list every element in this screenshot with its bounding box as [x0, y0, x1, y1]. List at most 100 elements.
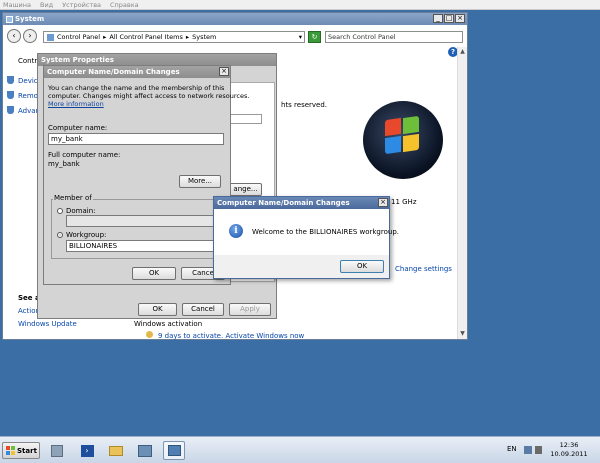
domain-radio[interactable]	[57, 208, 63, 214]
welcome-dialog: Computer Name/Domain Changes × i Welcome…	[213, 196, 399, 279]
workgroup-value: BILLIONAIRES	[69, 242, 118, 250]
more-information-link[interactable]: More information	[48, 100, 104, 108]
computer-name-value: my_bank	[51, 135, 83, 143]
network-icon[interactable]	[134, 441, 156, 460]
vm-menu-bar: Машина Вид Устройства Справка	[0, 0, 600, 10]
workgroup-label: Workgroup:	[66, 231, 107, 239]
properties-apply-button[interactable]: Apply	[229, 303, 271, 316]
more-button-label: More...	[187, 177, 213, 185]
address-bar[interactable]: Control Panel ▸ All Control Panel Items …	[43, 31, 305, 43]
computer-name-input[interactable]: my_bank	[48, 133, 224, 145]
welcome-ok-button[interactable]: OK	[340, 260, 384, 273]
computer-name-label: Computer name:	[48, 124, 108, 132]
language-indicator[interactable]: EN	[507, 445, 517, 453]
workgroup-radio[interactable]	[57, 232, 63, 238]
network-tray-icon[interactable]	[524, 446, 532, 454]
vm-menu-help[interactable]: Справка	[110, 1, 139, 9]
shield-icon	[7, 106, 14, 114]
vm-menu-view[interactable]: Вид	[40, 1, 53, 9]
shield-icon	[7, 91, 14, 99]
window-title: System	[15, 15, 45, 23]
info-icon: i	[229, 224, 243, 238]
workgroup-input[interactable]: BILLIONAIRES	[66, 240, 224, 252]
activation-link[interactable]: 9 days to activate. Activate Windows now	[158, 332, 304, 340]
computer-name-titlebar: Computer Name/Domain Changes	[44, 66, 230, 78]
scroll-down-icon[interactable]: ▼	[458, 329, 467, 339]
activation-key-icon	[146, 331, 153, 338]
nav-forward-icon[interactable]: ›	[23, 29, 37, 43]
logo-pane-red	[385, 117, 401, 137]
domain-input[interactable]	[66, 215, 224, 227]
system-properties-title: System Properties	[41, 56, 114, 64]
explorer-folder-icon[interactable]	[105, 441, 127, 460]
properties-cancel-label: Cancel	[191, 305, 215, 313]
computer-name-title: Computer Name/Domain Changes	[47, 68, 180, 76]
tray-clock[interactable]: 12:36 10.09.2011	[545, 441, 593, 459]
start-button[interactable]: Start	[2, 442, 40, 459]
properties-cancel-button[interactable]: Cancel	[182, 303, 224, 316]
dropdown-chevron-icon[interactable]: ▾	[299, 33, 304, 41]
welcome-message: Welcome to the BILLIONAIRES workgroup.	[252, 228, 399, 236]
logo-pane-blue	[385, 135, 401, 155]
minimize-button[interactable]: _	[433, 14, 443, 23]
processor-speed-partial: 11 GHz	[391, 198, 417, 206]
windows-logo-icon	[363, 101, 443, 179]
powershell-icon[interactable]: ›	[76, 441, 98, 460]
system-window-titlebar: System	[3, 13, 467, 25]
breadcrumb-control-panel[interactable]: Control Panel	[57, 33, 100, 41]
name-dialog-ok-label: OK	[148, 269, 160, 277]
properties-ok-label: OK	[152, 305, 163, 313]
welcome-dialog-title: Computer Name/Domain Changes	[217, 199, 350, 207]
start-label: Start	[17, 446, 37, 455]
logo-pane-green	[403, 115, 419, 135]
name-dialog-ok-button[interactable]: OK	[132, 267, 176, 280]
server-manager-icon[interactable]	[46, 441, 68, 460]
see-also-windows-update[interactable]: Windows Update	[18, 320, 77, 328]
dialog-close-button[interactable]: ×	[219, 67, 229, 76]
vertical-scrollbar[interactable]: ▲ ▼	[457, 47, 467, 339]
scroll-up-icon[interactable]: ▲	[458, 47, 467, 57]
windows-flag-icon	[6, 446, 15, 455]
domain-label: Domain:	[66, 207, 96, 215]
properties-apply-label: Apply	[240, 305, 260, 313]
change-button-label: ange...	[233, 185, 258, 193]
welcome-close-button[interactable]: ×	[378, 198, 388, 207]
breadcrumb-separator-icon: ▸	[185, 33, 190, 41]
refresh-icon[interactable]: ↻	[308, 31, 321, 43]
computer-name-dialog: Computer Name/Domain Changes × You can c…	[43, 65, 249, 285]
full-name-label: Full computer name:	[48, 151, 121, 159]
copyright-text: hts reserved.	[281, 101, 328, 109]
more-button[interactable]: More...	[179, 175, 221, 188]
welcome-ok-label: OK	[356, 262, 368, 270]
search-placeholder: Search Control Panel	[328, 33, 396, 41]
change-settings-link[interactable]: Change settings	[395, 265, 452, 273]
vm-menu-machine[interactable]: Машина	[3, 1, 31, 9]
logo-pane-yellow	[403, 133, 419, 153]
maximize-button[interactable]: □	[444, 14, 454, 23]
breadcrumb-system[interactable]: System	[192, 33, 216, 41]
window-icon	[6, 15, 13, 23]
description-line-2: computer. Changes might affect access to…	[48, 92, 250, 100]
welcome-dialog-titlebar: Computer Name/Domain Changes	[214, 197, 389, 209]
clock-date: 10.09.2011	[550, 450, 588, 458]
description-line-1: You can change the name and the membersh…	[48, 84, 225, 92]
breadcrumb-all-items[interactable]: All Control Panel Items	[109, 33, 182, 41]
change-button[interactable]: ange...	[229, 183, 262, 196]
control-panel-icon	[47, 33, 54, 41]
windows-activation-heading: Windows activation	[134, 320, 203, 328]
close-button[interactable]: ×	[455, 14, 465, 23]
nav-back-icon[interactable]: ‹	[7, 29, 21, 43]
shield-icon	[7, 76, 14, 84]
taskbar: Start › EN 12:36 10.09.2011	[0, 436, 600, 463]
breadcrumb-separator-icon: ▸	[103, 33, 107, 41]
full-name-value: my_bank	[48, 160, 80, 168]
clock-time: 12:36	[559, 441, 579, 449]
volume-tray-icon[interactable]	[535, 446, 542, 454]
vm-menu-devices[interactable]: Устройства	[62, 1, 101, 9]
system-window-taskbar-button[interactable]	[163, 441, 185, 460]
properties-ok-button[interactable]: OK	[138, 303, 177, 316]
hidden-input-field	[229, 114, 262, 124]
search-input[interactable]: Search Control Panel	[325, 31, 463, 43]
member-of-label: Member of	[53, 194, 93, 202]
name-dialog-cancel-label: Cance	[192, 269, 214, 277]
